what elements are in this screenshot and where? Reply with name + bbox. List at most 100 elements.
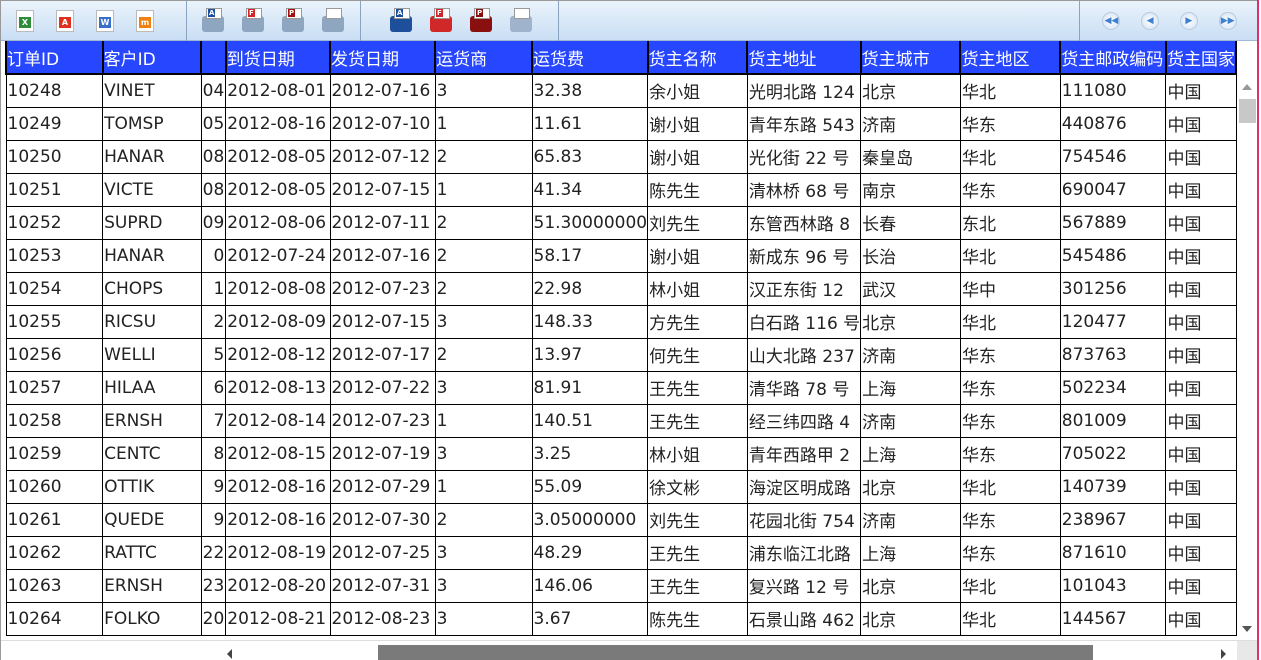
- table-cell[interactable]: 2012-08-01: [225, 73, 331, 108]
- table-cell[interactable]: 济南: [860, 106, 961, 141]
- table-cell[interactable]: 北京: [860, 568, 961, 603]
- table-row[interactable]: 10250 HANAR 08 2012-08-05 2012-07-12 2 65.83 谢小…: [5, 139, 1237, 174]
- table-cell[interactable]: 2012-07-23: [329, 403, 436, 438]
- column-header[interactable]: 货主地区: [959, 41, 1062, 75]
- vertical-scrollbar[interactable]: [1237, 74, 1257, 640]
- table-cell[interactable]: 120477: [1059, 304, 1167, 339]
- table-cell[interactable]: 3: [434, 535, 533, 570]
- table-cell[interactable]: 2012-07-29: [329, 469, 436, 504]
- table-cell[interactable]: 华北: [959, 73, 1061, 108]
- table-cell[interactable]: 08: [200, 172, 227, 207]
- table-cell[interactable]: 146.06: [531, 568, 649, 603]
- table-cell[interactable]: 华北: [959, 238, 1061, 273]
- table-cell[interactable]: HANAR: [102, 139, 202, 174]
- table-cell[interactable]: 801009: [1059, 403, 1167, 438]
- table-cell[interactable]: 2012-08-14: [225, 403, 331, 438]
- scroll-up-arrow-icon[interactable]: [1242, 84, 1252, 90]
- vertical-scroll-thumb[interactable]: [1239, 99, 1256, 123]
- table-row[interactable]: 10258 ERNSH 7 2012-08-14 2012-07-23 1 140.51 王先…: [5, 403, 1237, 438]
- table-cell[interactable]: 中国: [1165, 172, 1237, 207]
- table-cell[interactable]: 10257: [5, 370, 104, 405]
- column-header[interactable]: 发货日期: [329, 41, 437, 75]
- excel-export-button[interactable]: X: [13, 9, 37, 33]
- table-cell[interactable]: 中国: [1165, 337, 1237, 372]
- table-cell[interactable]: 3.05000000: [531, 502, 649, 537]
- table-cell[interactable]: 华北: [959, 139, 1061, 174]
- table-cell[interactable]: 华东: [959, 502, 1061, 537]
- table-cell[interactable]: CHOPS: [102, 271, 202, 306]
- table-cell[interactable]: 10248: [5, 73, 104, 108]
- table-cell[interactable]: 中国: [1165, 106, 1237, 141]
- table-cell[interactable]: 华东: [959, 436, 1061, 471]
- table-cell[interactable]: 中国: [1165, 370, 1237, 405]
- table-cell[interactable]: 140739: [1059, 469, 1167, 504]
- table-cell[interactable]: 中国: [1165, 73, 1237, 108]
- table-cell[interactable]: 3: [434, 370, 533, 405]
- table-cell[interactable]: 148.33: [531, 304, 649, 339]
- column-header[interactable]: 订单ID: [5, 41, 104, 75]
- table-cell[interactable]: 海淀区明成路: [746, 469, 862, 504]
- table-cell[interactable]: 华东: [959, 337, 1061, 372]
- table-cell[interactable]: 10262: [5, 535, 104, 570]
- table-cell[interactable]: 清林桥 68 号: [746, 172, 862, 207]
- column-header[interactable]: 货主城市: [859, 41, 962, 75]
- table-cell[interactable]: 140.51: [531, 403, 649, 438]
- table-cell[interactable]: 690047: [1059, 172, 1167, 207]
- table-cell[interactable]: 2012-07-10: [329, 106, 436, 141]
- table-cell[interactable]: 10256: [5, 337, 104, 372]
- table-cell[interactable]: 北京: [860, 73, 961, 108]
- table-cell[interactable]: 22: [200, 535, 227, 570]
- table-cell[interactable]: 白石路 116 号: [746, 304, 862, 339]
- table-cell[interactable]: 10255: [5, 304, 104, 339]
- table-cell[interactable]: 3: [434, 601, 533, 636]
- table-cell[interactable]: 2012-07-12: [329, 139, 436, 174]
- table-cell[interactable]: 7: [200, 403, 227, 438]
- table-cell[interactable]: 2012-07-31: [329, 568, 436, 603]
- table-cell[interactable]: 2012-07-16: [329, 238, 436, 273]
- table-cell[interactable]: 2012-07-25: [329, 535, 436, 570]
- table-cell[interactable]: 经三纬四路 4: [746, 403, 862, 438]
- table-cell[interactable]: 10263: [5, 568, 104, 603]
- table-cell[interactable]: 陈先生: [647, 601, 748, 636]
- column-header[interactable]: 到货日期: [224, 41, 332, 75]
- table-cell[interactable]: 10260: [5, 469, 104, 504]
- table-row[interactable]: 10256 WELLI 5 2012-08-12 2012-07-17 2 13.97 何先生…: [5, 337, 1237, 372]
- table-cell[interactable]: 华北: [959, 304, 1061, 339]
- table-cell[interactable]: 秦皇岛: [860, 139, 961, 174]
- column-header[interactable]: 运货商: [434, 41, 534, 75]
- table-cell[interactable]: VINET: [102, 73, 202, 108]
- table-cell[interactable]: 石景山路 462: [746, 601, 862, 636]
- table-cell[interactable]: ERNSH: [102, 568, 202, 603]
- table-cell[interactable]: 58.17: [531, 238, 649, 273]
- table-cell[interactable]: 23: [200, 568, 227, 603]
- table-cell[interactable]: 2012-07-16: [329, 73, 436, 108]
- table-cell[interactable]: 山大北路 237: [746, 337, 862, 372]
- table-cell[interactable]: 144567: [1059, 601, 1167, 636]
- table-cell[interactable]: 2012-08-16: [225, 502, 331, 537]
- column-header[interactable]: 货主国家: [1164, 41, 1237, 75]
- table-cell[interactable]: 32.38: [531, 73, 649, 108]
- table-cell[interactable]: 上海: [860, 370, 961, 405]
- scroll-left-arrow-icon[interactable]: [227, 649, 232, 659]
- table-cell[interactable]: RICSU: [102, 304, 202, 339]
- table-cell[interactable]: 汉正东街 12: [746, 271, 862, 306]
- column-header[interactable]: 货主邮政编码: [1059, 41, 1167, 75]
- table-cell[interactable]: 10261: [5, 502, 104, 537]
- table-cell[interactable]: 20: [200, 601, 227, 636]
- table-cell[interactable]: 2012-08-15: [225, 436, 331, 471]
- table-cell[interactable]: RATTC: [102, 535, 202, 570]
- table-cell[interactable]: ERNSH: [102, 403, 202, 438]
- table-cell[interactable]: 2012-07-24: [225, 238, 331, 273]
- table-cell[interactable]: 2012-07-23: [329, 271, 436, 306]
- horizontal-scrollbar[interactable]: [1, 640, 1257, 660]
- table-cell[interactable]: OTTIK: [102, 469, 202, 504]
- table-cell[interactable]: 徐文彬: [647, 469, 748, 504]
- table-cell[interactable]: 09: [200, 205, 227, 240]
- table-cell[interactable]: 10249: [5, 106, 104, 141]
- table-cell[interactable]: 华东: [959, 535, 1061, 570]
- column-header[interactable]: 货主地址: [746, 41, 862, 75]
- table-cell[interactable]: 2012-08-05: [225, 139, 331, 174]
- scroll-down-arrow-icon[interactable]: [1242, 626, 1252, 632]
- table-cell[interactable]: 余小姐: [647, 73, 748, 108]
- table-cell[interactable]: 05: [200, 106, 227, 141]
